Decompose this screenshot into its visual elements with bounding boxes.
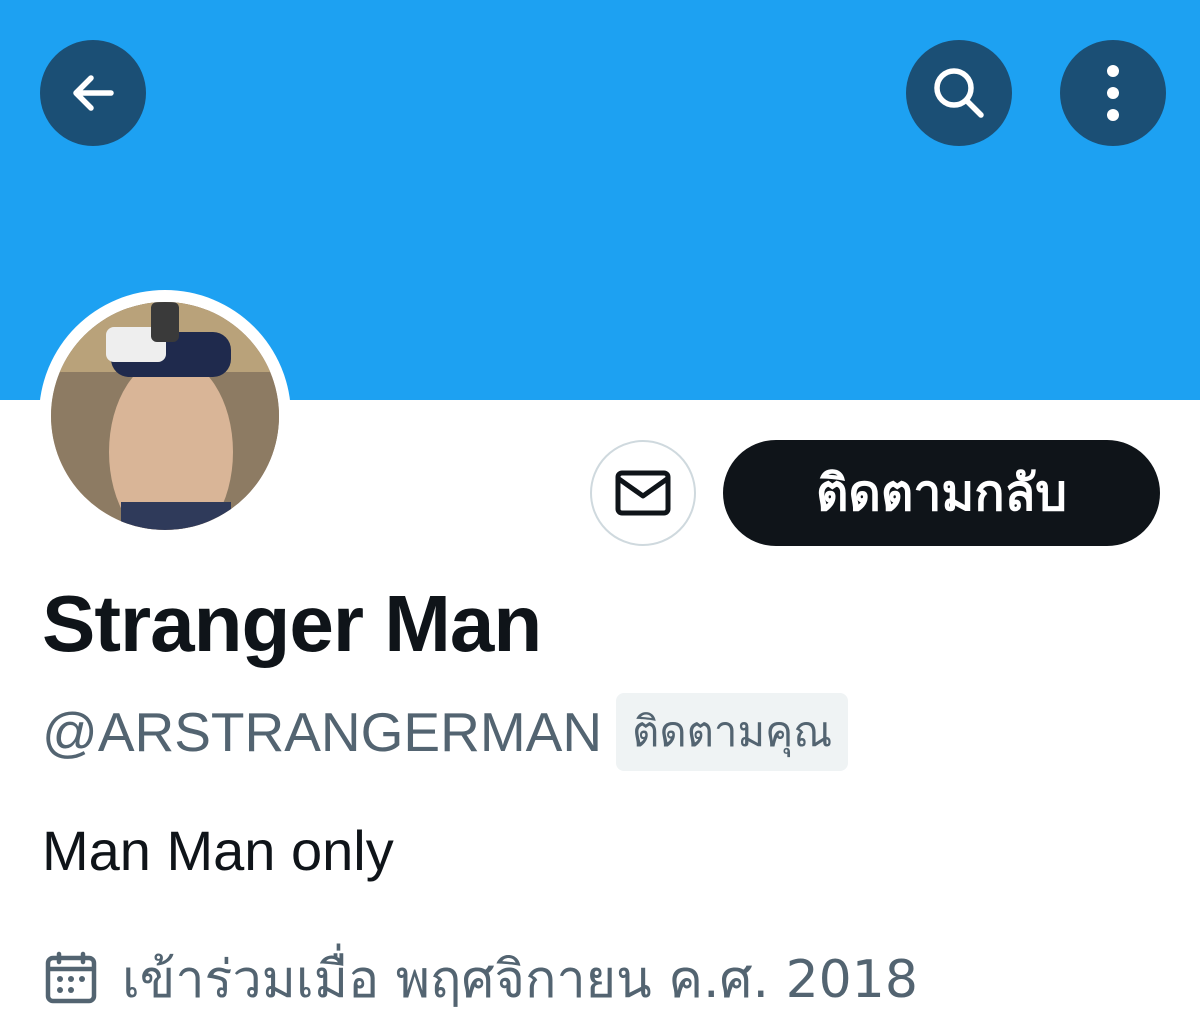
profile-avatar[interactable]: [39, 290, 291, 542]
more-options-button[interactable]: [1060, 40, 1166, 146]
profile-bio: Man Man only: [42, 819, 394, 882]
follows-you-badge: ติดตามคุณ: [616, 693, 849, 771]
message-button[interactable]: [590, 440, 696, 546]
arrow-left-icon: [73, 75, 114, 111]
username-handle: @ARSTRANGERMAN: [42, 701, 603, 763]
display-name: Stranger Man: [42, 579, 542, 668]
back-button[interactable]: [40, 40, 146, 146]
follow-back-button[interactable]: ติดตามกลับ: [723, 440, 1160, 546]
join-date-text: เข้าร่วมเมื่อ พฤศจิกายน ค.ศ. 2018: [122, 949, 918, 1010]
more-vertical-icon: [1107, 65, 1119, 121]
envelope-icon: [615, 470, 671, 516]
search-icon: [934, 68, 984, 118]
profile-page: ติดตามกลับ Stranger Man @ARSTRANGERMAN ต…: [0, 0, 1200, 1031]
calendar-icon: [45, 951, 97, 1004]
handle-row: @ARSTRANGERMAN ติดตามคุณ: [42, 693, 849, 771]
join-date-row: เข้าร่วมเมื่อ พฤศจิกายน ค.ศ. 2018: [44, 940, 918, 1016]
avatar-photo: [51, 302, 279, 530]
search-button[interactable]: [906, 40, 1012, 146]
